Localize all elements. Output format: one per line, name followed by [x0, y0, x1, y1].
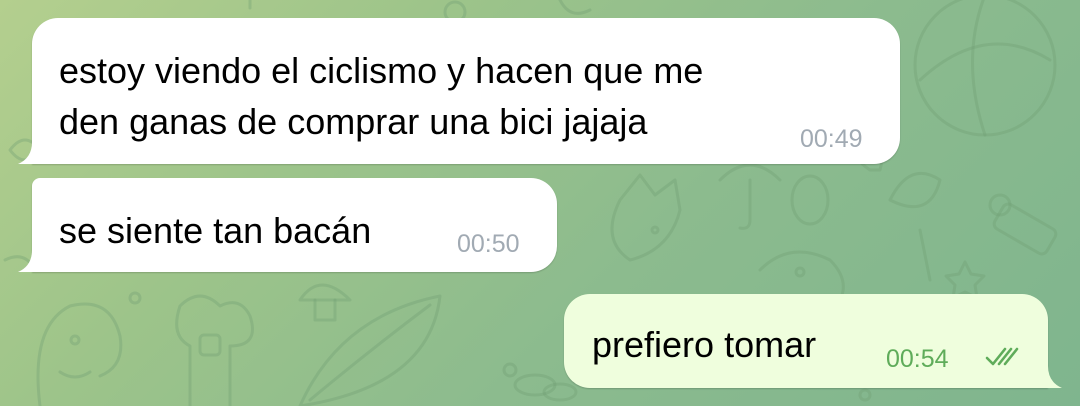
- message-bubble-incoming[interactable]: estoy viendo el ciclismo y hacen que me …: [18, 18, 900, 164]
- message-text-line: estoy viendo el ciclismo y hacen que me: [59, 50, 704, 91]
- bubble-tail: [18, 142, 40, 164]
- double-check-icon: [985, 347, 1019, 366]
- message-text: prefiero tomar: [592, 324, 817, 365]
- message-timestamp: 00:54: [886, 345, 949, 373]
- bubble-tail: [1040, 366, 1062, 388]
- message-text-line: den ganas de comprar una bici jajaja: [59, 101, 648, 142]
- message-bubble-incoming[interactable]: se siente tan bacán 00:50: [18, 178, 557, 272]
- message-bubble-outgoing[interactable]: prefiero tomar 00:54: [564, 294, 1062, 388]
- message-timestamp: 00:50: [457, 230, 520, 258]
- bubble-tail: [18, 250, 40, 272]
- message-timestamp: 00:49: [800, 125, 863, 153]
- message-text: se siente tan bacán: [59, 210, 372, 251]
